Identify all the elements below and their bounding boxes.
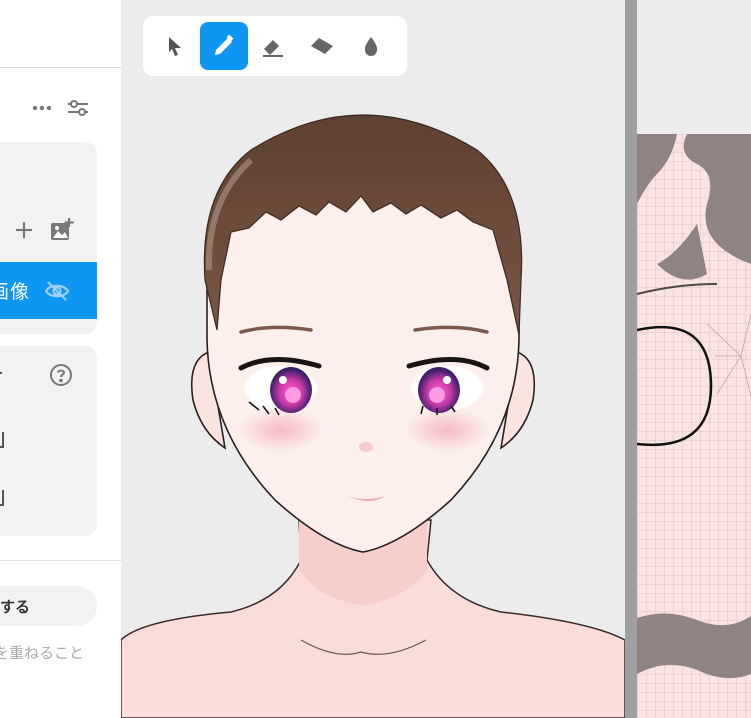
apply-button-label: する: [0, 597, 31, 616]
layer-name: 画像: [0, 281, 31, 303]
avatar-face-render: [121, 114, 625, 718]
tool-dropper[interactable]: [347, 22, 395, 70]
paint-canvas[interactable]: [121, 0, 625, 718]
drawing-toolbar: [143, 16, 407, 76]
prop-value-fragment-1: [0, 432, 4, 448]
sliders-icon[interactable]: [66, 96, 90, 120]
layers-panel: 画像 する を重ねること: [0, 0, 122, 718]
tool-eraser[interactable]: [249, 22, 297, 70]
eye-off-icon[interactable]: [44, 280, 70, 302]
tool-select[interactable]: [151, 22, 199, 70]
header-divider: [0, 67, 121, 68]
apply-button[interactable]: する: [0, 586, 97, 626]
drop-icon: [364, 37, 378, 56]
prop-value-fragment-2: [0, 490, 4, 506]
fill-icon: [311, 38, 333, 54]
footer-divider: [0, 560, 121, 561]
prop-label-fragment: [0, 372, 2, 374]
eraser-icon: [263, 40, 283, 57]
cursor-icon: [169, 37, 181, 56]
panel-splitter[interactable]: [625, 0, 637, 718]
more-horizontal-icon[interactable]: [30, 96, 54, 120]
tool-pen[interactable]: [200, 22, 248, 70]
add-image-icon[interactable]: [48, 216, 76, 244]
uv-texture-view[interactable]: [637, 0, 751, 718]
layer-row-selected[interactable]: 画像: [0, 262, 97, 319]
plus-icon[interactable]: [12, 218, 36, 242]
uv-texture-map: [637, 134, 751, 718]
pencil-icon: [215, 34, 234, 55]
tool-fill[interactable]: [298, 22, 346, 70]
hint-text: を重ねること: [0, 644, 85, 662]
help-circle-icon[interactable]: [48, 362, 74, 388]
